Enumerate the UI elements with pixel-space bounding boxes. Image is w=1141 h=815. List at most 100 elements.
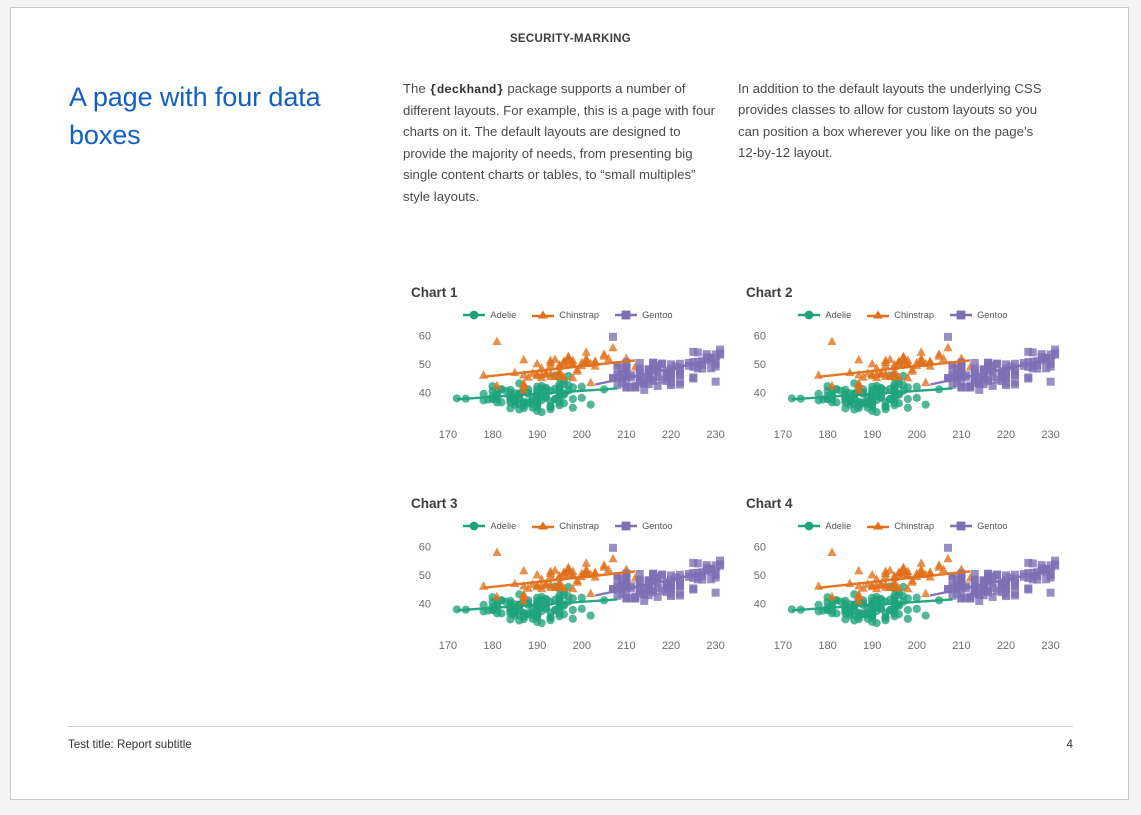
- body-text-column-2: In addition to the default layouts the u…: [738, 78, 1054, 164]
- legend-marker-triangle-icon: [867, 521, 890, 530]
- body-text-part-1: The: [403, 81, 430, 96]
- legend-item-adelie[interactable]: Adelie: [463, 520, 516, 532]
- chart-title-4: Chart 4: [746, 496, 793, 511]
- legend-label-gentoo: Gentoo: [977, 521, 1008, 531]
- svg-text:60: 60: [419, 542, 431, 554]
- svg-text:230: 230: [706, 640, 724, 652]
- svg-text:210: 210: [617, 429, 635, 441]
- legend-item-chinstrap[interactable]: Chinstrap: [532, 520, 599, 532]
- chart-plot-2: 40 50 60 170 180 190 200 210 220 230: [754, 331, 1060, 441]
- body-text-part-2: package supports a number of different l…: [403, 81, 716, 204]
- svg-text:220: 220: [997, 640, 1015, 652]
- svg-text:200: 200: [573, 640, 591, 652]
- svg-text:190: 190: [863, 429, 881, 441]
- svg-text:180: 180: [483, 429, 501, 441]
- legend-label-chinstrap: Chinstrap: [894, 521, 935, 531]
- svg-text:200: 200: [573, 429, 591, 441]
- svg-text:180: 180: [483, 640, 501, 652]
- chart-box-4: Chart 4 Adelie Chinstrap Gentoo 40 50 60…: [738, 496, 1068, 692]
- legend-marker-square-icon: [615, 521, 638, 531]
- legend-item-gentoo[interactable]: Gentoo: [615, 309, 673, 321]
- security-marking-header: SECURITY-MARKING: [509, 33, 632, 45]
- chart-plot-1: 40 50 60 170 180 190 200 210 220 230: [419, 331, 725, 441]
- svg-text:220: 220: [997, 429, 1015, 441]
- svg-text:190: 190: [528, 640, 546, 652]
- chart-title-3: Chart 3: [411, 496, 458, 511]
- svg-text:40: 40: [419, 598, 431, 610]
- svg-text:230: 230: [1041, 429, 1059, 441]
- svg-text:50: 50: [754, 570, 766, 582]
- svg-text:220: 220: [662, 429, 680, 441]
- svg-text:50: 50: [419, 359, 431, 371]
- legend-label-chinstrap: Chinstrap: [894, 310, 935, 320]
- inline-code-deckhand: {deckhand}: [429, 83, 504, 97]
- chart-box-3: Chart 3 Adelie Chinstrap Gentoo 40 50 60…: [403, 496, 733, 692]
- svg-text:40: 40: [754, 387, 766, 399]
- chart-legend-3: Adelie Chinstrap Gentoo: [403, 517, 733, 535]
- chart-plot-4: 40 50 60 170 180 190 200 210 220 230: [754, 542, 1060, 652]
- legend-marker-circle-icon: [798, 310, 821, 320]
- legend-marker-circle-icon: [798, 521, 821, 531]
- legend-item-chinstrap[interactable]: Chinstrap: [867, 520, 934, 532]
- page-footer: Test title: Report subtitle 4: [68, 738, 1073, 751]
- svg-text:40: 40: [419, 387, 431, 399]
- svg-text:190: 190: [528, 429, 546, 441]
- svg-text:230: 230: [706, 429, 724, 441]
- title-box: A page with four data boxes: [69, 78, 369, 155]
- chart-legend-4: Adelie Chinstrap Gentoo: [738, 517, 1068, 535]
- legend-label-chinstrap: Chinstrap: [559, 310, 600, 320]
- page-content: A page with four data boxes The {deckhan…: [11, 64, 1130, 714]
- footer-page-number: 4: [1066, 738, 1073, 751]
- svg-text:60: 60: [419, 331, 431, 343]
- legend-label-chinstrap: Chinstrap: [559, 521, 600, 531]
- body-paragraph-2: In addition to the default layouts the u…: [738, 81, 1042, 161]
- svg-text:50: 50: [419, 570, 431, 582]
- chart-box-1: Chart 1 Adelie Chinstrap Gentoo 40 50 60…: [403, 285, 733, 481]
- svg-text:170: 170: [439, 640, 457, 652]
- legend-item-gentoo[interactable]: Gentoo: [950, 520, 1008, 532]
- footer-divider: [68, 726, 1073, 727]
- legend-label-adelie: Adelie: [490, 310, 517, 320]
- page-title: A page with four data boxes: [69, 82, 321, 151]
- svg-text:200: 200: [908, 640, 926, 652]
- legend-item-chinstrap[interactable]: Chinstrap: [867, 309, 934, 321]
- legend-label-adelie: Adelie: [825, 521, 852, 531]
- svg-text:60: 60: [754, 331, 766, 343]
- legend-label-gentoo: Gentoo: [642, 521, 673, 531]
- legend-label-adelie: Adelie: [490, 521, 517, 531]
- svg-text:170: 170: [439, 429, 457, 441]
- legend-marker-triangle-icon: [867, 310, 890, 319]
- chart-title-2: Chart 2: [746, 285, 793, 300]
- body-paragraph-1: The {deckhand} package supports a number…: [403, 78, 719, 207]
- footer-title: Test title: Report subtitle: [68, 738, 192, 751]
- legend-item-adelie[interactable]: Adelie: [798, 520, 851, 532]
- svg-text:170: 170: [774, 640, 792, 652]
- legend-item-adelie[interactable]: Adelie: [463, 309, 516, 321]
- legend-marker-triangle-icon: [532, 310, 555, 319]
- svg-text:210: 210: [952, 640, 970, 652]
- legend-marker-square-icon: [615, 310, 638, 320]
- svg-text:210: 210: [952, 429, 970, 441]
- legend-marker-square-icon: [950, 521, 973, 531]
- svg-text:210: 210: [617, 640, 635, 652]
- legend-item-gentoo[interactable]: Gentoo: [615, 520, 673, 532]
- svg-text:200: 200: [908, 429, 926, 441]
- svg-text:180: 180: [818, 429, 836, 441]
- legend-item-adelie[interactable]: Adelie: [798, 309, 851, 321]
- chart-title-1: Chart 1: [411, 285, 458, 300]
- legend-label-gentoo: Gentoo: [642, 310, 673, 320]
- svg-text:220: 220: [662, 640, 680, 652]
- body-text-column-1: The {deckhand} package supports a number…: [403, 78, 719, 207]
- chart-legend-2: Adelie Chinstrap Gentoo: [738, 306, 1068, 324]
- svg-text:190: 190: [863, 640, 881, 652]
- svg-text:230: 230: [1041, 640, 1059, 652]
- legend-marker-circle-icon: [463, 310, 486, 320]
- legend-marker-circle-icon: [463, 521, 486, 531]
- chart-plot-3: 40 50 60 170 180 190 200 210 220 230: [419, 542, 725, 652]
- svg-text:180: 180: [818, 640, 836, 652]
- legend-item-chinstrap[interactable]: Chinstrap: [532, 309, 599, 321]
- chart-legend-1: Adelie Chinstrap Gentoo: [403, 306, 733, 324]
- legend-item-gentoo[interactable]: Gentoo: [950, 309, 1008, 321]
- document-page: SECURITY-MARKING A page with four data b…: [10, 7, 1129, 800]
- svg-text:40: 40: [754, 598, 766, 610]
